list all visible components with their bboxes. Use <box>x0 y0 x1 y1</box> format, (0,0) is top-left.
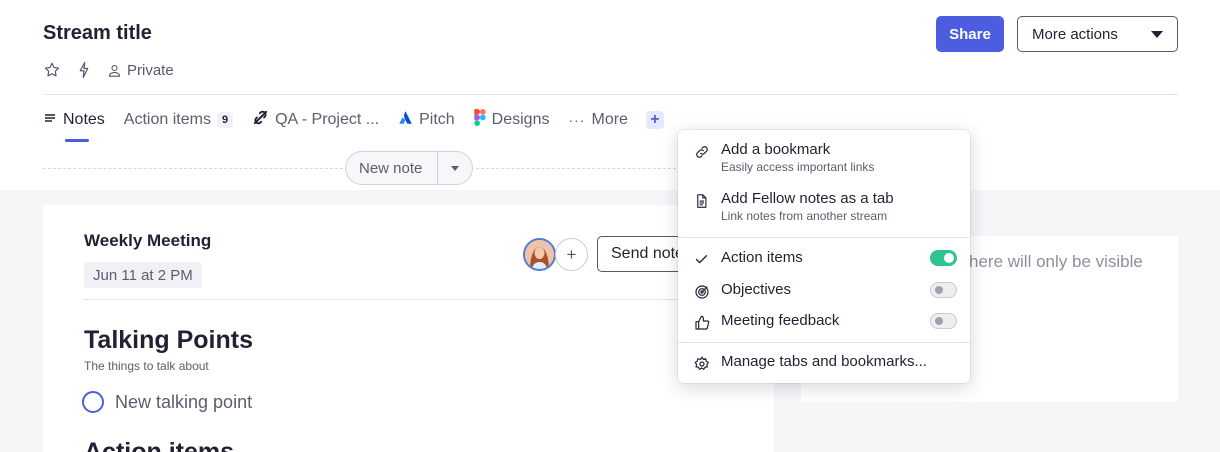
circle-icon <box>82 391 104 413</box>
stream-title[interactable]: Stream title <box>43 22 152 45</box>
tab-label: Action items <box>123 111 211 128</box>
tab-label: Notes <box>63 111 105 128</box>
figma-icon <box>474 109 486 131</box>
tab-action-items[interactable]: Action items 9 <box>123 108 234 132</box>
lightning-icon[interactable] <box>75 61 93 79</box>
new-talking-point-placeholder: New talking point <box>115 391 253 412</box>
header-divider <box>43 94 1178 95</box>
menu-item-meeting-feedback[interactable]: Meeting feedback <box>693 312 957 331</box>
side-panel-text: here will only be visible <box>969 252 1143 271</box>
more-actions-label: More actions <box>1032 25 1118 43</box>
talking-points-heading: Talking Points <box>84 326 253 354</box>
tab-designs[interactable]: Designs <box>474 108 550 132</box>
tab-label: Designs <box>491 111 550 128</box>
action-items-toggle[interactable] <box>930 250 957 266</box>
target-icon <box>693 283 710 300</box>
dashed-divider-right <box>476 168 676 169</box>
stream-meta-row: Private <box>43 61 174 79</box>
thumbs-up-icon <box>693 314 710 331</box>
dashed-divider-left <box>43 168 343 169</box>
avatar[interactable] <box>523 238 556 271</box>
add-attendee-button[interactable]: + <box>555 238 588 271</box>
plus-icon: + <box>650 111 660 128</box>
new-note-split-button: New note <box>345 151 473 185</box>
document-icon <box>693 192 710 209</box>
check-icon <box>693 251 710 268</box>
atlassian-icon <box>398 110 413 130</box>
link-icon <box>693 143 710 160</box>
menu-item-label: Meeting feedback <box>721 312 840 329</box>
tab-pitch[interactable]: Pitch <box>398 108 455 132</box>
add-tab-button[interactable]: + <box>645 111 664 129</box>
tab-notes[interactable]: Notes <box>43 108 105 142</box>
user-icon <box>107 63 122 78</box>
tab-label: More <box>591 111 628 128</box>
menu-item-objectives[interactable]: Objectives <box>693 281 957 300</box>
star-icon[interactable] <box>43 61 61 79</box>
menu-divider <box>678 237 970 238</box>
new-note-options-button[interactable] <box>438 165 472 171</box>
menu-item-action-items[interactable]: Action items <box>693 249 957 268</box>
caret-down-icon <box>451 165 459 171</box>
tab-label: Pitch <box>419 111 455 128</box>
gear-icon <box>693 355 710 372</box>
lines-icon <box>43 111 57 130</box>
meeting-feedback-toggle[interactable] <box>930 313 957 329</box>
menu-item-description: Link notes from another stream <box>721 209 888 223</box>
menu-item-label: Action items <box>721 249 803 266</box>
stream-tabs: Notes Action items 9 QA - Project ... Pi… <box>43 107 664 142</box>
caret-down-icon <box>1151 30 1163 38</box>
privacy-indicator[interactable]: Private <box>107 62 174 79</box>
ellipsis-icon: ··· <box>568 112 586 128</box>
tab-more[interactable]: ··· More <box>568 108 627 132</box>
menu-item-label: Add Fellow notes as a tab <box>721 190 894 207</box>
menu-item-label: Objectives <box>721 281 792 298</box>
menu-item-description: Easily access important links <box>721 160 875 174</box>
plus-icon: + <box>566 244 577 264</box>
more-actions-dropdown[interactable]: More actions <box>1017 16 1178 52</box>
count-badge: 9 <box>216 112 234 128</box>
menu-item-add-fellow-notes[interactable]: Add Fellow notes as a tab Link notes fro… <box>693 190 957 223</box>
link-slash-icon <box>252 109 269 131</box>
new-talking-point-input[interactable]: New talking point <box>82 391 252 413</box>
meeting-date[interactable]: Jun 11 at 2 PM <box>84 262 202 288</box>
action-items-heading: Action items <box>84 438 235 452</box>
objectives-toggle[interactable] <box>930 282 957 298</box>
menu-divider <box>678 342 970 343</box>
share-button[interactable]: Share <box>936 16 1004 52</box>
add-tab-menu: Add a bookmark Easily access important l… <box>678 130 970 383</box>
new-note-button[interactable]: New note <box>346 152 438 184</box>
privacy-label: Private <box>127 61 174 79</box>
menu-item-add-bookmark[interactable]: Add a bookmark Easily access important l… <box>693 141 957 174</box>
menu-item-label: Add a bookmark <box>721 141 831 158</box>
tab-label: QA - Project ... <box>275 111 380 128</box>
talking-points-subtitle: The things to talk about <box>84 359 209 373</box>
menu-item-manage-tabs[interactable]: Manage tabs and bookmarks... <box>693 353 957 372</box>
meeting-title: Weekly Meeting <box>84 231 212 250</box>
tab-qa-project[interactable]: QA - Project ... <box>252 108 379 132</box>
card-divider <box>84 299 732 300</box>
menu-item-label: Manage tabs and bookmarks... <box>721 353 927 370</box>
